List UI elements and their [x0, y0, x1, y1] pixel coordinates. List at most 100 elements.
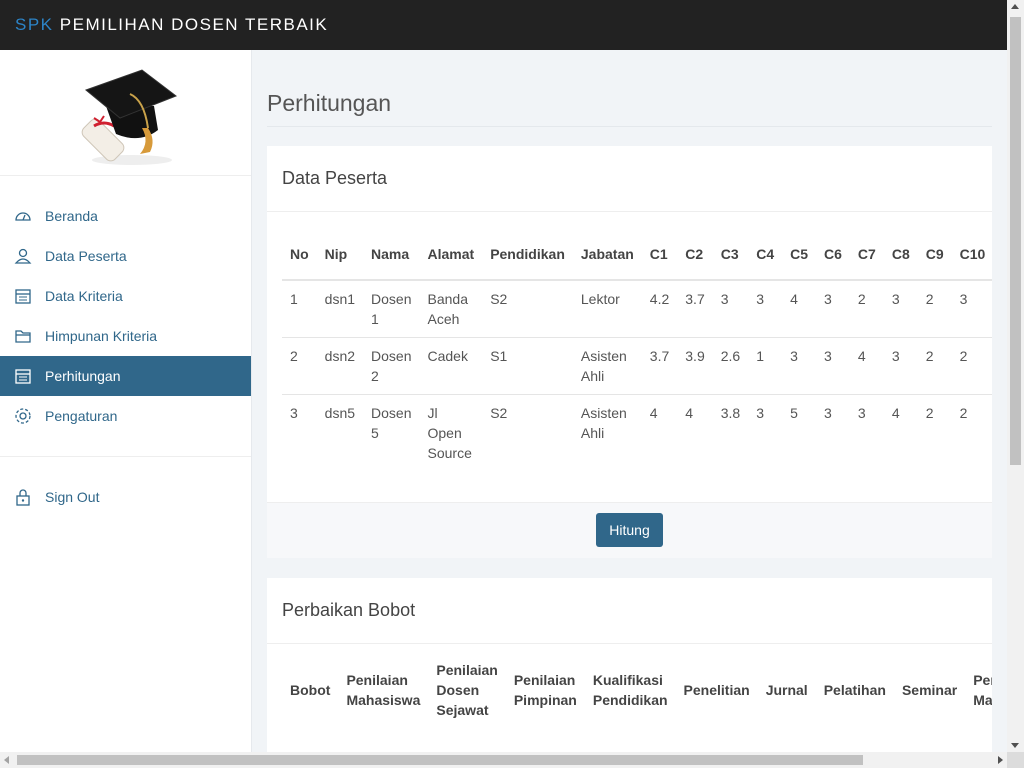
- table-cell: 3: [951, 279, 992, 338]
- table-cell: Asisten Ahli: [572, 394, 642, 471]
- sidebar-item-perhitungan[interactable]: Perhitungan: [0, 356, 251, 396]
- table-cell: Dosen 1: [363, 279, 420, 338]
- page-title: Perhitungan: [267, 90, 392, 116]
- sidebar-item-label: Data Peserta: [45, 248, 127, 264]
- table-cell: 2: [917, 394, 952, 471]
- column-header: C9: [925, 245, 944, 262]
- table-cell: 3: [782, 337, 817, 395]
- sidebar-item-himpunan-kriteria[interactable]: Himpunan Kriteria: [0, 316, 251, 356]
- scrollbar-corner: [1007, 752, 1024, 768]
- column-header: Penelitian: [683, 682, 750, 698]
- column-header: No: [290, 245, 309, 262]
- table-cell: 4: [849, 337, 884, 395]
- sidebar-footer-menu: Sign Out: [0, 477, 251, 517]
- table-cell: 4: [883, 394, 918, 471]
- scroll-up-icon[interactable]: [1011, 4, 1019, 9]
- column-header: C8: [891, 245, 910, 262]
- table-cell: 3.7: [677, 279, 713, 338]
- column-header: Nama: [371, 245, 410, 262]
- table-cell: Dosen 5: [363, 394, 420, 471]
- column-header: Pendidikan: [490, 245, 565, 262]
- table-cell: 3: [816, 394, 850, 471]
- horizontal-scrollbar[interactable]: [0, 752, 1007, 768]
- table-cell: 2: [951, 394, 992, 471]
- column-header: C10: [959, 245, 986, 262]
- sidebar-item-label: Beranda: [45, 208, 98, 224]
- table-cell: 3.8: [712, 394, 749, 471]
- folder-icon: [14, 327, 32, 345]
- sidebar-item-data-kriteria[interactable]: Data Kriteria: [0, 276, 251, 316]
- column-header: Penilaian Dosen Sejawat: [436, 662, 498, 718]
- vertical-scrollbar[interactable]: [1007, 0, 1024, 752]
- sidebar-menu: Beranda Data Peserta Data Kriteria Himpu…: [0, 196, 251, 436]
- sidebar-divider: [0, 456, 251, 457]
- column-header: Jurnal: [765, 682, 808, 698]
- table-cell: 1: [282, 279, 317, 338]
- lock-icon: [14, 488, 32, 506]
- sidebar-item-beranda[interactable]: Beranda: [0, 196, 251, 236]
- dashboard-icon: [14, 207, 32, 225]
- hitung-button[interactable]: Hitung: [596, 513, 663, 547]
- table-cell: 1: [748, 337, 783, 395]
- calendar-icon: [14, 287, 32, 305]
- panel-heading: Data Peserta: [267, 146, 992, 212]
- sidebar-item-label: Himpunan Kriteria: [45, 328, 158, 344]
- gear-icon: [14, 407, 32, 425]
- column-header: C2: [685, 245, 704, 262]
- table-cell: S1: [482, 337, 573, 395]
- table-cell: Lektor: [572, 279, 642, 338]
- column-header: Penilaian Masyarakat: [973, 672, 992, 708]
- brand-accent: SPK: [15, 15, 54, 34]
- table-cell: Dosen 2: [363, 337, 420, 395]
- table-cell: dsn1: [316, 279, 364, 338]
- data-peserta-table: No Nip Nama Alamat Pendidikan Jabatan C1…: [282, 228, 992, 471]
- table-row: 2 dsn2 Dosen 2 Cadek S1 Asisten Ahli 3.7…: [282, 337, 992, 395]
- sidebar-item-label: Perhitungan: [45, 368, 121, 384]
- table-cell: Banda Aceh: [419, 279, 483, 338]
- table-cell: 2: [951, 337, 992, 395]
- sign-out-link[interactable]: Sign Out: [0, 477, 251, 517]
- table-cell: 4: [782, 279, 817, 338]
- column-header: Pelatihan: [823, 682, 886, 698]
- main-content: Perhitungan Data Peserta No Nip Nama Ala…: [252, 50, 1007, 752]
- column-header: C1: [649, 245, 668, 262]
- sidebar-item-label: Pengaturan: [45, 408, 118, 424]
- table-cell: 2: [849, 279, 884, 338]
- scroll-left-icon[interactable]: [4, 756, 9, 764]
- panel-heading: Perbaikan Bobot: [267, 578, 992, 644]
- column-header: C3: [720, 245, 739, 262]
- table-cell: 3: [883, 337, 918, 395]
- table-header-row: Bobot Penilaian Mahasiswa Penilaian Dose…: [282, 644, 992, 736]
- scroll-down-icon[interactable]: [1011, 743, 1019, 748]
- sidebar-item-label: Data Kriteria: [45, 288, 123, 304]
- column-header: Bobot: [290, 682, 331, 698]
- sidebar: Beranda Data Peserta Data Kriteria Himpu…: [0, 50, 252, 752]
- table-cell: Cadek: [419, 337, 483, 395]
- scroll-thumb[interactable]: [1010, 17, 1021, 465]
- bobot-table-wrap: Bobot Penilaian Mahasiswa Penilaian Dose…: [282, 644, 992, 736]
- table-cell: 3: [748, 279, 783, 338]
- column-header: Penilaian Pimpinan: [513, 672, 577, 708]
- table-cell: Asisten Ahli: [572, 337, 642, 395]
- table-header-row: No Nip Nama Alamat Pendidikan Jabatan C1…: [282, 228, 992, 280]
- table-cell: 3.9: [677, 337, 713, 395]
- table-cell: S2: [482, 279, 573, 338]
- table-cell: 2: [917, 337, 952, 395]
- table-row: 3 dsn5 Dosen 5 Jl Open Source S2 Asisten…: [282, 394, 992, 471]
- table-cell: 5: [782, 394, 817, 471]
- sidebar-item-data-peserta[interactable]: Data Peserta: [0, 236, 251, 276]
- user-icon: [14, 247, 32, 265]
- column-header: Seminar: [901, 682, 958, 698]
- table-cell: 2.6: [712, 337, 749, 395]
- scroll-right-icon[interactable]: [998, 756, 1003, 764]
- table-cell: Jl Open Source: [419, 394, 483, 471]
- perbaikan-bobot-panel: Perbaikan Bobot Bobot Penilaian Mahasisw…: [267, 578, 992, 752]
- scroll-thumb[interactable]: [17, 755, 863, 765]
- table-cell: 4: [677, 394, 713, 471]
- table-cell: 4: [641, 394, 678, 471]
- sidebar-item-pengaturan[interactable]: Pengaturan: [0, 396, 251, 436]
- brand-title[interactable]: SPK PEMILIHAN DOSEN TERBAIK: [15, 15, 328, 35]
- table-cell: 3: [282, 394, 317, 471]
- table-cell: 3: [816, 279, 850, 338]
- table-cell: 3: [883, 279, 918, 338]
